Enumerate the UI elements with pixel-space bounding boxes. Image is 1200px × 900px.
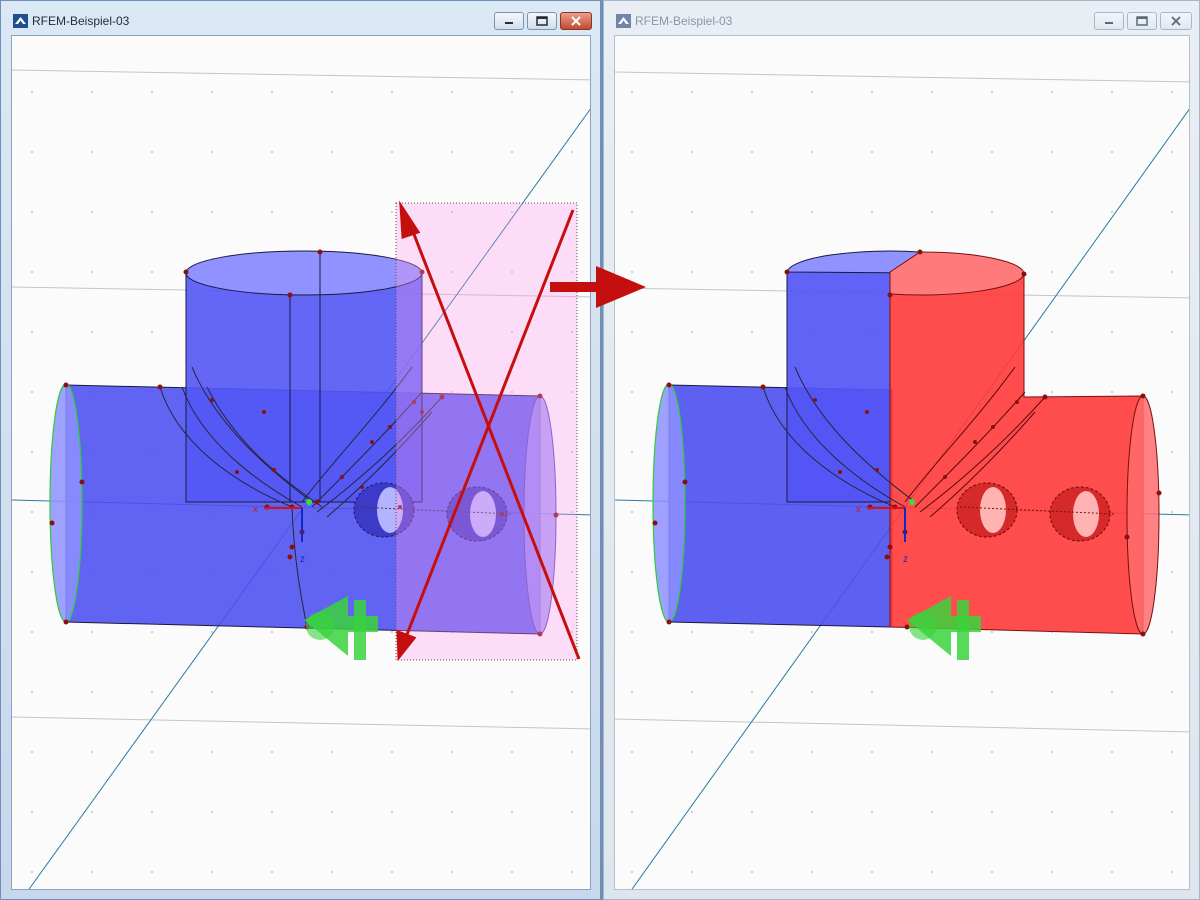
vertical-pipe [185,250,423,503]
title-bar[interactable]: RFEM-Beispiel-03 [604,1,1199,35]
minimize-button[interactable] [494,12,524,30]
model-viewport[interactable]: x z [614,35,1190,890]
close-icon [1171,16,1181,26]
maximize-icon [536,16,548,26]
close-button[interactable] [560,12,592,30]
title-bar[interactable]: RFEM-Beispiel-03 [1,1,600,35]
window-title: RFEM-Beispiel-03 [32,14,130,28]
maximize-button[interactable] [1127,12,1157,30]
maximize-icon [1136,16,1148,26]
z-axis-label: z [903,554,908,565]
left-window: RFEM-Beispiel-03 x z [0,0,601,900]
minimize-icon [1105,22,1113,24]
right-window: RFEM-Beispiel-03 x z [603,0,1200,900]
right-arrow-icon [550,266,646,308]
minimize-icon [505,22,513,24]
minimize-button[interactable] [1094,12,1124,30]
rfem-app-icon [13,14,28,28]
z-axis-label: z [300,554,305,565]
rfem-app-icon [616,14,631,28]
x-axis-label: x [253,504,258,514]
model-viewport[interactable]: x z [11,35,591,890]
maximize-button[interactable] [527,12,557,30]
close-icon [571,16,581,26]
close-button[interactable] [1160,12,1192,30]
window-title: RFEM-Beispiel-03 [635,14,733,28]
x-axis-label: x [856,504,861,514]
